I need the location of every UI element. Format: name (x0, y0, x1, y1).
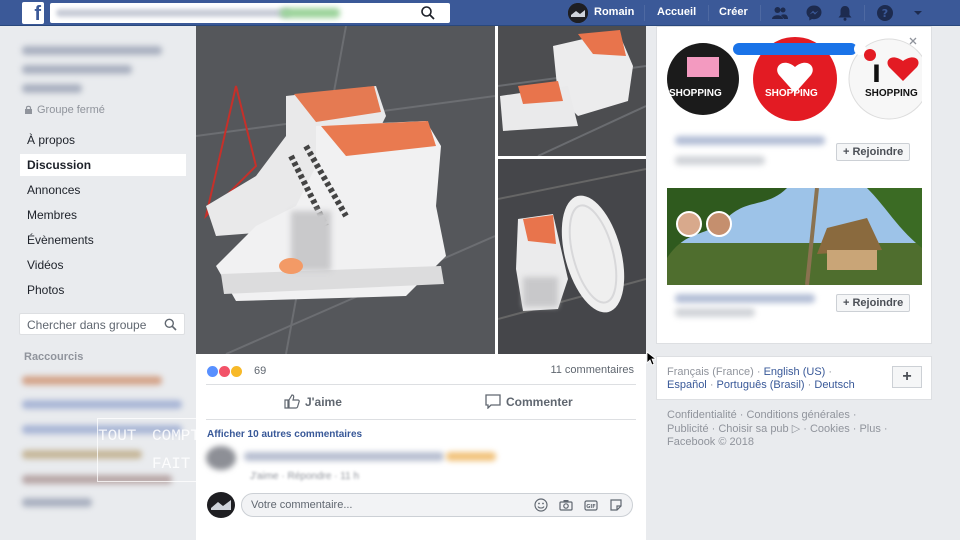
post-photo-main[interactable] (196, 26, 495, 354)
comment-input[interactable]: Votre commentaire... GIF (241, 493, 633, 517)
shortcut-see-more-blurred[interactable] (22, 498, 92, 507)
group-name-blurred (22, 84, 82, 93)
language-list: Français (France) · English (US) · Españ… (667, 366, 855, 391)
thumbs-up-icon (284, 394, 300, 409)
like-label: J'aime (305, 395, 342, 409)
reaction-count[interactable]: 69 (254, 365, 266, 377)
svg-text:I: I (872, 60, 881, 88)
group-name-blurred (22, 65, 132, 74)
mouse-cursor-icon (646, 351, 656, 366)
create-link[interactable]: Créer (719, 6, 748, 18)
comment-label: Commenter (506, 395, 573, 409)
language-link-english[interactable]: English (US) (764, 366, 826, 378)
group-name-blurred (22, 46, 162, 55)
divider (206, 384, 636, 385)
shortcut-item-blurred[interactable] (22, 400, 182, 409)
comment-placeholder: Votre commentaire... (251, 499, 353, 511)
profile-link[interactable]: Romain (594, 6, 634, 18)
group-privacy-label: Groupe fermé (37, 104, 105, 116)
sidebar-item-members[interactable]: Membres (27, 208, 77, 222)
camera-icon[interactable] (559, 498, 573, 512)
suggested-group-cover[interactable] (667, 188, 922, 285)
commenter-avatar[interactable] (206, 446, 236, 470)
user-avatar[interactable] (568, 3, 588, 23)
search-input[interactable] (50, 3, 450, 23)
sidebar-item-announcements[interactable]: Annonces (27, 183, 80, 197)
sidebar-item-videos[interactable]: Vidéos (27, 258, 63, 272)
search-icon[interactable] (420, 5, 436, 21)
current-language: Français (France) (667, 366, 754, 378)
gif-icon[interactable]: GIF (584, 498, 598, 512)
post-photo-thumb[interactable] (498, 159, 646, 354)
group-privacy-status: Groupe fermé (24, 104, 105, 116)
footer-links: Confidentialité · Conditions générales ·… (667, 409, 927, 450)
nav-divider (760, 5, 761, 21)
shopping-label: SHOPPING (669, 88, 722, 99)
show-more-comments-link[interactable]: Afficher 10 autres commentaires (207, 429, 362, 440)
friends-icon[interactable] (771, 4, 789, 22)
comment-text-blurred (244, 452, 444, 461)
shortcuts-heading: Raccourcis (24, 351, 84, 363)
watermark-text: FAIT (152, 455, 191, 473)
top-navigation-bar: f Romain Accueil Créer ? (0, 0, 960, 26)
user-avatar[interactable] (207, 492, 235, 518)
group-search-input[interactable]: Chercher dans groupe (19, 313, 185, 335)
suggested-group-meta-blurred (675, 156, 765, 165)
add-language-button[interactable]: + (892, 366, 922, 388)
join-group-button[interactable]: + Rejoindre (836, 294, 911, 312)
menu-caret-icon[interactable] (909, 4, 927, 22)
comment-icon (485, 394, 501, 410)
divider (206, 419, 636, 420)
comment-text-blurred (446, 452, 496, 461)
wow-reaction-icon[interactable] (230, 365, 243, 378)
nav-divider (644, 5, 645, 21)
shopping-label: SHOPPING (865, 88, 918, 99)
sidebar-item-discussion[interactable]: Discussion (27, 158, 91, 172)
comments-count[interactable]: 11 commentaires (550, 364, 634, 376)
post-photo-thumb[interactable] (498, 26, 646, 156)
help-icon[interactable]: ? (876, 4, 894, 22)
copyright-text: Facebook © 2018 (667, 436, 754, 448)
lock-icon (25, 105, 32, 114)
footer-links-line[interactable]: Publicité · Choisir sa pub ▷ · Cookies ·… (667, 423, 927, 437)
group-post: 69 11 commentaires J'aime Commenter Affi… (196, 26, 646, 540)
suggested-group-name-blurred[interactable] (675, 294, 815, 303)
nav-divider (708, 5, 709, 21)
watermark-text: TOUT (98, 427, 137, 445)
emoji-icon[interactable] (534, 498, 548, 512)
search-icon[interactable] (164, 318, 177, 331)
sidebar-item-photos[interactable]: Photos (27, 283, 64, 297)
svg-text:?: ? (882, 7, 888, 20)
home-link[interactable]: Accueil (657, 6, 696, 18)
search-query-blurred (56, 9, 291, 17)
group-search-placeholder: Chercher dans groupe (27, 318, 147, 332)
shortcut-item-blurred[interactable] (22, 376, 162, 385)
sticker-icon[interactable] (609, 498, 623, 512)
like-button[interactable]: J'aime (284, 394, 342, 409)
suggested-group-meta-blurred (675, 308, 755, 317)
nav-divider (864, 5, 865, 21)
notifications-icon[interactable] (836, 4, 854, 22)
suggested-group-name-blurred[interactable] (675, 136, 825, 145)
post-reactions-bar: 69 11 commentaires (196, 358, 646, 380)
footer-links-line[interactable]: Confidentialité · Conditions générales · (667, 409, 927, 423)
facebook-logo[interactable]: f (22, 2, 44, 25)
language-link-portuguese[interactable]: Português (Brasil) (717, 379, 805, 391)
messenger-icon[interactable] (805, 4, 823, 22)
tv-channel-watermark: TOUT COMPTE FAIT (97, 418, 210, 482)
shopping-label: SHOPPING (765, 88, 818, 99)
language-link-german[interactable]: Deutsch (814, 379, 854, 391)
sidebar-item-about[interactable]: À propos (27, 133, 75, 147)
suggested-group-cover[interactable]: I SHOPPING SHOPPING SHOPPING (667, 37, 922, 121)
search-query-blurred-highlight (280, 8, 340, 18)
comment-meta: J'aime · Répondre · 11 h (250, 471, 359, 482)
comment-button[interactable]: Commenter (485, 394, 573, 410)
sidebar-item-events[interactable]: Évènements (27, 233, 94, 247)
language-link-spanish[interactable]: Español (667, 379, 707, 391)
close-icon[interactable] (908, 36, 918, 46)
svg-text:GIF: GIF (586, 504, 595, 510)
join-group-button[interactable]: + Rejoindre (836, 143, 911, 161)
